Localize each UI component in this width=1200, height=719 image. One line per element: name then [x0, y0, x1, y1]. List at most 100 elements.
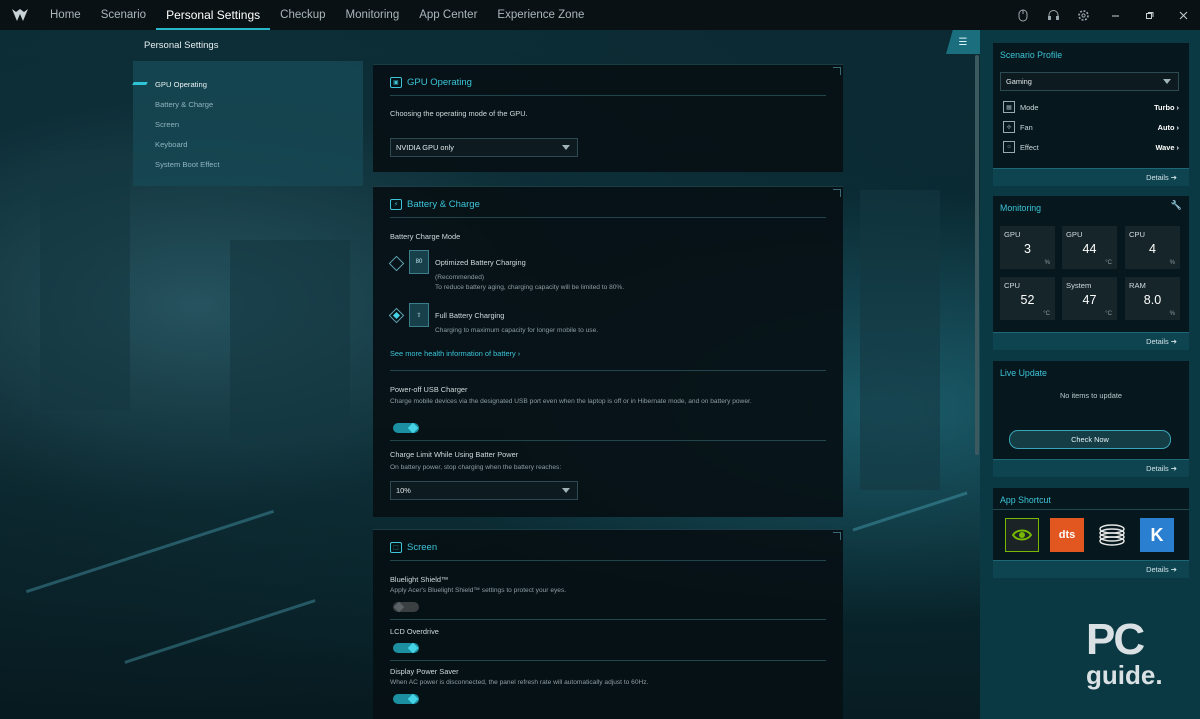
tile-value: 44 — [1082, 242, 1097, 256]
tile-label: System — [1066, 281, 1092, 290]
display-power-saver-desc: When AC power is disconnected, the panel… — [390, 679, 649, 686]
scenario-profile-dropdown[interactable]: Gaming — [1000, 72, 1179, 91]
scenario-effect-row[interactable]: ☼ Effect Wave › — [1003, 140, 1179, 154]
usb-charger-toggle[interactable] — [393, 423, 419, 433]
usb-charger-desc: Charge mobile devices via the designated… — [390, 398, 752, 405]
screen-card-header: ⬚ Screen — [390, 542, 437, 553]
menu-item-keyboard[interactable]: Keyboard — [155, 140, 188, 149]
bluelight-toggle[interactable] — [393, 602, 419, 612]
app-shortcut-details-link[interactable]: Details ➔ — [1146, 565, 1177, 574]
battery-full-icon: ⇧ — [409, 303, 429, 327]
tile-value: 4 — [1149, 242, 1156, 256]
menu-item-battery-charge[interactable]: Battery & Charge — [155, 100, 213, 109]
active-item-marker — [132, 82, 148, 85]
scenario-profile-card: Scenario Profile Gaming ▦ Mode Turbo › ✢… — [993, 43, 1189, 186]
nav-monitoring[interactable]: Monitoring — [336, 0, 410, 30]
gpu-mode-dropdown[interactable]: NVIDIA GPU only — [390, 138, 578, 157]
tile-label: RAM — [1129, 281, 1146, 290]
chevron-down-icon — [562, 145, 570, 150]
scenario-details-link[interactable]: Details ➔ — [1146, 173, 1177, 182]
optimized-charging-radio[interactable] — [388, 255, 405, 272]
tile-unit: % — [1169, 260, 1175, 266]
gear-icon[interactable] — [1068, 0, 1098, 30]
pcguide-watermark-logo: PC guide. — [1086, 615, 1186, 700]
close-icon[interactable] — [1166, 0, 1200, 30]
gpu-card-header: ▣ GPU Operating — [390, 77, 472, 88]
killer-icon[interactable]: K — [1140, 518, 1174, 552]
tile-unit: % — [1044, 260, 1050, 266]
chevron-down-icon — [1163, 79, 1171, 84]
nav-checkup[interactable]: Checkup — [270, 0, 335, 30]
nav-experience-zone[interactable]: Experience Zone — [487, 0, 594, 30]
live-update-details-text: Details — [1146, 464, 1169, 473]
scenario-effect-label: Effect — [1020, 142, 1039, 152]
tile-label: CPU — [1129, 230, 1146, 239]
scenario-fan-row[interactable]: ✢ Fan Auto › — [1003, 120, 1179, 134]
battery-card-title: Battery & Charge — [407, 199, 480, 210]
battery-charge-card: ⚡ Battery & Charge Battery Charge Mode 8… — [373, 186, 843, 517]
battery-charge-mode-label: Battery Charge Mode — [390, 232, 461, 241]
disc-app-icon[interactable] — [1095, 518, 1129, 552]
tile-unit: °C — [1105, 260, 1112, 266]
gpu-card-title: GPU Operating — [407, 77, 472, 88]
gpu-icon: ▣ — [390, 77, 402, 88]
menu-item-system-boot-effect[interactable]: System Boot Effect — [155, 160, 219, 169]
dts-icon[interactable]: dts — [1050, 518, 1084, 552]
monitor-tile-cpu-usage: CPU 4 % — [1125, 226, 1180, 269]
gpu-mode-value: NVIDIA GPU only — [396, 143, 454, 152]
scenario-fan-value: Auto — [1157, 122, 1175, 132]
scenario-mode-row[interactable]: ▦ Mode Turbo › — [1003, 100, 1179, 114]
battery-icon: ⚡ — [390, 199, 402, 210]
tile-label: GPU — [1066, 230, 1083, 239]
content-scrollbar[interactable] — [975, 55, 979, 455]
mode-grid-icon: ▦ — [1003, 101, 1015, 113]
gpu-description: Choosing the operating mode of the GPU. — [390, 109, 528, 118]
charge-limit-dropdown[interactable]: 10% — [390, 481, 578, 500]
tile-label: CPU — [1004, 281, 1021, 290]
charge-limit-value: 10% — [396, 486, 411, 495]
nav-scenario[interactable]: Scenario — [91, 0, 156, 30]
nav-app-center[interactable]: App Center — [409, 0, 487, 30]
battery-health-link[interactable]: See more health information of battery › — [390, 349, 520, 358]
live-update-details-link[interactable]: Details ➔ — [1146, 464, 1177, 473]
check-now-button[interactable]: Check Now — [1009, 430, 1171, 449]
bluelight-desc: Apply Acer's Bluelight Shield™ settings … — [390, 587, 567, 594]
headset-icon[interactable] — [1038, 0, 1068, 30]
app-shortcut-card: App Shortcut dts K Details ➔ — [993, 488, 1189, 578]
bluelight-title: Bluelight Shield™ — [390, 575, 449, 584]
lcd-overdrive-toggle[interactable] — [393, 643, 419, 653]
monitoring-details-link[interactable]: Details ➔ — [1146, 337, 1177, 346]
predator-logo-icon — [0, 0, 40, 30]
live-update-title: Live Update — [1000, 368, 1047, 378]
nav-personal-settings[interactable]: Personal Settings — [156, 0, 271, 30]
menu-item-screen[interactable]: Screen — [155, 120, 179, 129]
watermark-line1: PC — [1086, 615, 1145, 664]
mouse-icon[interactable] — [1008, 0, 1038, 30]
monitor-tile-system-temp: System 47 °C — [1062, 277, 1117, 320]
tile-unit: °C — [1043, 311, 1050, 317]
full-charging-radio[interactable] — [388, 307, 405, 324]
display-power-saver-toggle[interactable] — [393, 694, 419, 704]
wrench-icon[interactable]: 🔧 — [1171, 200, 1182, 211]
nav-home[interactable]: Home — [40, 0, 91, 30]
tile-value: 3 — [1024, 242, 1031, 256]
full-charging-desc: Charging to maximum capacity for longer … — [435, 327, 599, 334]
menu-item-gpu-operating[interactable]: GPU Operating — [155, 80, 207, 89]
restore-icon[interactable] — [1132, 0, 1166, 30]
screen-card-title: Screen — [407, 542, 438, 553]
page-title: Personal Settings — [144, 40, 219, 51]
screen-icon: ⬚ — [390, 542, 402, 553]
gpu-operating-card: ▣ GPU Operating Choosing the operating m… — [373, 64, 843, 172]
effect-sun-icon: ☼ — [1003, 141, 1015, 153]
live-update-status: No items to update — [1059, 391, 1123, 400]
monitor-tile-gpu-usage: GPU 3 % — [1000, 226, 1055, 269]
minimize-icon[interactable] — [1098, 0, 1132, 30]
app-shortcut-title: App Shortcut — [1000, 495, 1051, 505]
charge-limit-desc: On battery power, stop charging when the… — [390, 464, 562, 471]
screen-card: ⬚ Screen Bluelight Shield™ Apply Acer's … — [373, 529, 843, 719]
nvidia-icon[interactable] — [1005, 518, 1039, 552]
top-nav-bar: Home Scenario Personal Settings Checkup … — [0, 0, 1200, 30]
monitor-tile-ram: RAM 8.0 % — [1125, 277, 1180, 320]
scenario-mode-value: Turbo — [1154, 102, 1175, 112]
monitoring-title: Monitoring — [1000, 203, 1042, 213]
